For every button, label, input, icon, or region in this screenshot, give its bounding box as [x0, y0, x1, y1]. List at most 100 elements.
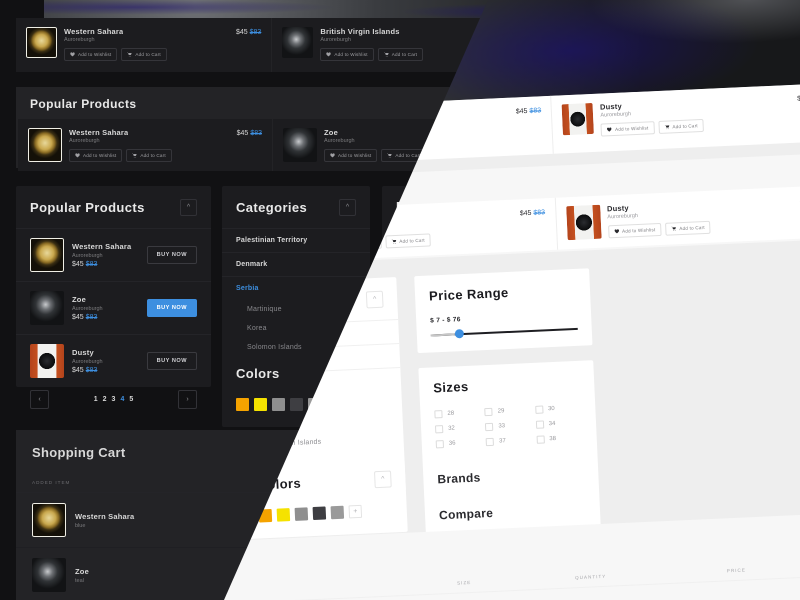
checkbox[interactable] — [535, 420, 544, 429]
checkbox[interactable] — [484, 407, 493, 417]
product-card[interactable]: Dusty $45$83 Auroreburgh Add to Wishlist… — [551, 83, 800, 154]
product-name: Zoe — [324, 128, 338, 137]
cart-icon — [391, 239, 396, 244]
checkbox[interactable] — [485, 422, 494, 432]
product-brand: Auroreburgh — [64, 37, 95, 43]
page-number[interactable]: 5 — [129, 396, 133, 403]
heart-icon — [614, 229, 619, 234]
product-variant: blue — [75, 522, 86, 529]
color-swatch[interactable] — [290, 398, 303, 411]
page-number-current[interactable]: 4 — [120, 396, 124, 403]
checkbox[interactable] — [534, 405, 544, 414]
product-brand: Auroreburgh — [72, 252, 103, 259]
product-thumbnail-dusty — [565, 204, 602, 241]
category-item-active[interactable]: Serbia — [222, 276, 370, 300]
add-to-cart-button[interactable]: Add to Cart — [385, 233, 432, 249]
color-swatch[interactable] — [254, 398, 267, 411]
color-swatch[interactable] — [276, 508, 291, 522]
checkbox[interactable] — [435, 440, 445, 449]
widget-title: Categories — [236, 200, 308, 215]
product-price: $45$83 — [519, 209, 546, 218]
cart-icon — [383, 52, 389, 57]
add-to-wishlist-button[interactable]: Add to Wishlist — [64, 48, 118, 61]
size-option[interactable]: 36 — [435, 438, 483, 449]
add-to-wishlist-button[interactable]: Add to Wishlist — [607, 222, 662, 239]
list-item[interactable]: Western Sahara Auroreburgh $45$83 BUY NO… — [16, 228, 211, 281]
size-option[interactable]: 28 — [434, 408, 481, 419]
product-price: $45$83 — [72, 366, 98, 374]
cart-icon — [671, 226, 676, 231]
widget-title: Price Range — [428, 284, 509, 304]
product-name: Western Sahara — [72, 242, 132, 252]
add-to-cart-button[interactable]: Add to Cart — [377, 48, 424, 61]
cart-icon — [127, 52, 133, 57]
list-item[interactable]: Zoe Auroreburgh $45$83 BUY NOW — [16, 281, 211, 334]
add-to-cart-button[interactable]: Add to Cart — [658, 118, 705, 134]
buy-now-button[interactable]: BUY NOW — [146, 352, 197, 370]
page-number[interactable]: 1 — [94, 396, 98, 403]
sizes-brands-compare-widget: Sizes 28 29 30 32 33 34 36 37 38 Brands … — [418, 360, 601, 534]
buy-now-button[interactable]: BUY NOW — [146, 246, 197, 264]
color-swatch[interactable] — [294, 507, 309, 521]
category-item[interactable]: Denmark — [222, 252, 370, 276]
checkbox[interactable] — [536, 435, 545, 444]
size-option[interactable]: 29 — [484, 406, 532, 417]
checkbox[interactable] — [434, 425, 444, 434]
more-colors-button[interactable]: + — [348, 504, 363, 519]
add-to-cart-button[interactable]: Add to Cart — [121, 48, 167, 61]
product-card[interactable]: Western Sahara $45$83 Auroreburgh Add to… — [16, 18, 273, 72]
size-option[interactable]: 37 — [485, 436, 533, 447]
chevron-up-icon[interactable]: ^ — [180, 199, 197, 216]
size-option[interactable]: 34 — [535, 419, 583, 429]
product-name: Western Sahara — [75, 511, 135, 521]
add-to-wishlist-button[interactable]: Add to Wishlist — [600, 121, 655, 137]
page-number[interactable]: 3 — [112, 396, 116, 403]
chevron-left-icon[interactable]: ‹ — [30, 390, 49, 409]
widget-title: Sizes — [432, 378, 469, 396]
heart-icon — [70, 52, 75, 57]
product-card[interactable]: Western Sahara $45$83 Auroreburgh Add to… — [18, 119, 273, 171]
product-thumbnail-dusty — [30, 344, 64, 378]
chevron-right-icon[interactable]: › — [178, 390, 197, 409]
checkbox[interactable] — [485, 437, 495, 447]
product-thumbnail-dusty — [561, 102, 595, 136]
checkbox[interactable] — [434, 410, 443, 419]
buy-now-button[interactable]: BUY NOW — [146, 299, 197, 317]
category-subitem[interactable]: Martinique — [222, 300, 370, 319]
product-price: $45$83 — [235, 29, 262, 36]
product-name: Western Sahara — [69, 128, 129, 137]
heart-icon — [326, 52, 332, 57]
product-price: $45$83 — [72, 260, 98, 268]
size-option[interactable]: 30 — [534, 404, 582, 414]
page-number[interactable]: 2 — [103, 396, 107, 403]
product-thumbnail-western-sahara — [30, 238, 64, 272]
color-swatch[interactable] — [330, 505, 345, 520]
heart-icon — [607, 127, 612, 132]
pagination: ‹ 1 2 3 4 5 › — [16, 379, 211, 423]
product-price: $45$83 — [515, 107, 542, 116]
color-swatch[interactable] — [312, 506, 327, 521]
color-swatch[interactable] — [236, 398, 249, 411]
add-to-wishlist-button[interactable]: Add to Wishlist — [69, 149, 123, 162]
heart-icon — [330, 153, 335, 158]
product-thumbnail-zoe — [283, 128, 317, 162]
add-to-cart-button[interactable]: Add to Cart — [665, 220, 712, 236]
product-name: Western Sahara — [64, 27, 124, 36]
category-item[interactable]: Palestinian Territory — [222, 228, 370, 252]
size-option[interactable]: 32 — [434, 423, 482, 434]
product-name: British Virgin Islands — [320, 27, 400, 36]
slider-handle[interactable] — [454, 329, 464, 339]
price-range-widget: Price Range $ 7 - $ 76 — [414, 268, 593, 354]
color-swatch[interactable] — [272, 398, 285, 411]
product-brand: Auroreburgh — [72, 358, 103, 365]
add-to-wishlist-button[interactable]: Add to Wishlist — [324, 149, 378, 162]
product-name: Dusty — [72, 348, 94, 358]
size-option[interactable]: 33 — [485, 421, 532, 432]
add-to-cart-button[interactable]: Add to Cart — [126, 149, 172, 162]
chevron-up-icon[interactable]: ^ — [339, 199, 356, 216]
size-option[interactable]: 38 — [536, 434, 583, 444]
add-to-wishlist-button[interactable]: Add to Wishlist — [320, 48, 374, 61]
product-brand: Auroreburgh — [72, 305, 103, 312]
chevron-up-icon[interactable]: ^ — [373, 470, 392, 489]
chevron-up-icon[interactable]: ^ — [365, 290, 384, 309]
